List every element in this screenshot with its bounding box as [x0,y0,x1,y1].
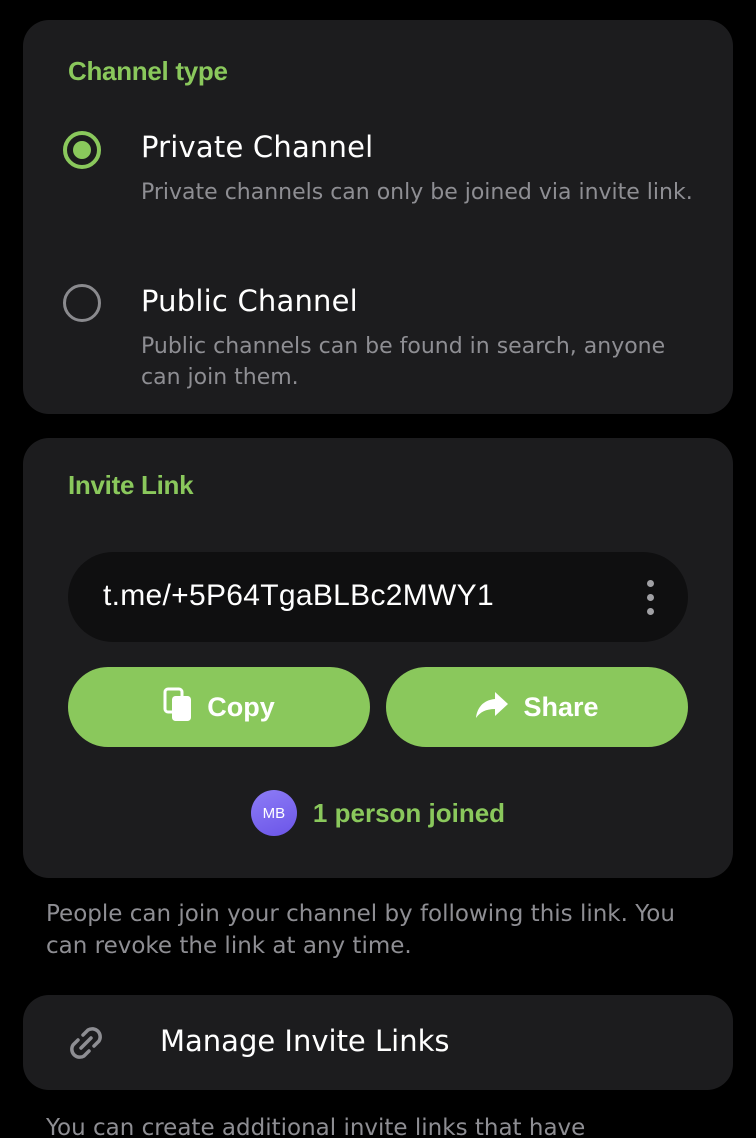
manage-invite-links-button[interactable]: Manage Invite Links [23,995,733,1090]
option-private-label: Private Channel [141,130,374,164]
avatar: MB [250,790,297,836]
manage-invite-links-label: Manage Invite Links [160,1024,450,1058]
invite-link-title: Invite Link [68,470,194,500]
copy-button[interactable]: Copy [68,667,370,747]
option-private-channel[interactable]: Private Channel Private channels can onl… [23,118,733,248]
radio-unselected-icon[interactable] [63,284,101,322]
option-public-label: Public Channel [141,284,358,318]
channel-type-card: Channel type Private Channel Private cha… [23,20,733,414]
share-button[interactable]: Share [386,667,688,747]
link-icon [63,1020,109,1066]
copy-icon [163,687,193,727]
share-arrow-icon [475,691,509,723]
vertical-dots-icon[interactable] [640,580,662,616]
radio-selected-icon[interactable] [63,131,101,169]
option-private-description: Private channels can only be joined via … [141,180,693,205]
option-public-channel[interactable]: Public Channel Public channels can be fo… [23,272,733,402]
copy-label: Copy [207,691,275,722]
joined-members-row[interactable]: MB 1 person joined [23,788,733,838]
invite-link-card: Invite Link t.me/+5P64TgaBLBc2MWY1 Copy [23,438,733,878]
invite-link-url[interactable]: t.me/+5P64TgaBLBc2MWY1 [103,579,494,613]
manage-links-footer: You can create additional invite links t… [46,1115,586,1138]
share-label: Share [523,691,599,722]
invite-link-field[interactable]: t.me/+5P64TgaBLBc2MWY1 [68,552,688,642]
option-public-description: Public channels can be found in search, … [141,334,666,390]
joined-count-text: 1 person joined [312,797,506,828]
channel-type-title: Channel type [68,56,228,86]
invite-link-footer: People can join your channel by followin… [46,901,675,959]
